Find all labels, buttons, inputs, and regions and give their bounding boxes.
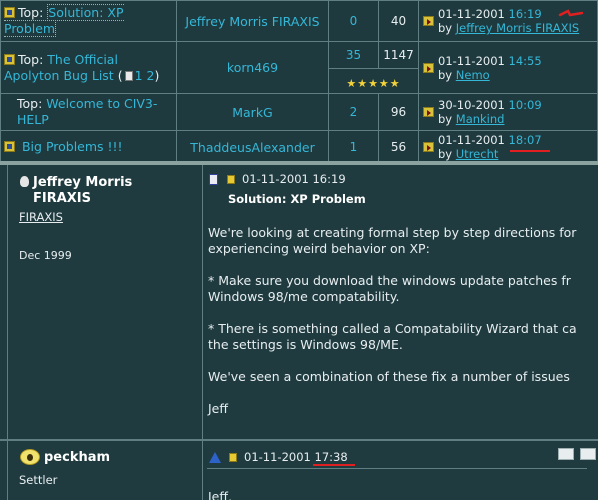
thread-views: 56 (378, 130, 419, 164)
post-header-divider (207, 468, 587, 469)
post-author-name[interactable]: peckham (20, 449, 110, 465)
red-annotation-mark (558, 9, 584, 17)
author-name-line1: Jeffrey Morris (33, 175, 133, 190)
go-to-last-post-icon[interactable] (423, 16, 434, 26)
thread-row: Top: The Official Apolyton Bug List (1 2… (0, 41, 598, 94)
post-message-panel: 01-11-2001 17:38 Jeff, (203, 441, 598, 500)
bulb-icon (20, 176, 29, 187)
pages-close: ) (154, 67, 160, 83)
post-datetime: 01-11-2001 16:19 (242, 172, 346, 186)
document-icon (209, 173, 218, 185)
thread-row: Top: Welcome to CIV3-HELP MarkG 2 96 30-… (0, 93, 598, 131)
thread-row: Big Problems !!! ThaddeusAlexander 1 56 … (0, 130, 598, 164)
go-to-last-post-icon[interactable] (423, 142, 434, 152)
multipage-icon (124, 70, 133, 81)
thread-author[interactable]: ThaddeusAlexander (176, 130, 329, 164)
thread-views: 40 (378, 0, 419, 42)
last-poster-link[interactable]: Jeffrey Morris FIRAXIS (456, 21, 579, 35)
thread-list-table: Top: Solution: XP Problem Jeffrey Morris… (0, 0, 598, 164)
pinned-thread-icon (4, 7, 15, 18)
warning-icon (209, 451, 221, 463)
post-user-panel: Jeffrey Morris FIRAXIS FIRAXIS Dec 1999 (7, 165, 203, 439)
post-time: 17:38 (314, 450, 348, 464)
post-body: Jeff, (208, 489, 232, 500)
top-prefix: Top: (18, 51, 44, 67)
last-post-date: 01-11-2001 (438, 53, 505, 68)
last-post-time: 16:19 (508, 7, 542, 21)
thread-row: Top: Solution: XP Problem Jeffrey Morris… (0, 0, 598, 42)
thread-topic-cell: Big Problems !!! (0, 130, 177, 164)
page-1-link[interactable]: 1 (135, 68, 143, 83)
last-post-time: 14:55 (508, 53, 542, 68)
author-name-line2: FIRAXIS (33, 191, 92, 206)
join-date: Dec 1999 (19, 249, 72, 262)
thread-replies[interactable]: 0 (328, 0, 379, 42)
last-post-date: 01-11-2001 (438, 7, 505, 21)
post-header: 01-11-2001 17:38 (209, 450, 348, 464)
last-post-cell: 01-11-2001 18:07 by Utrecht (418, 130, 598, 164)
stats-cell: 35 1147 ★★★★★ (328, 41, 419, 94)
post-icon (229, 452, 237, 462)
user-title: FIRAXIS (19, 210, 63, 224)
go-to-last-post-icon[interactable] (423, 62, 434, 73)
last-post-date: 30-10-2001 (438, 98, 505, 112)
top-prefix: Top: (18, 5, 44, 20)
profile-icon[interactable] (558, 448, 574, 460)
post: Jeffrey Morris FIRAXIS FIRAXIS Dec 1999 … (0, 165, 598, 440)
thread-topic-cell: Top: Welcome to CIV3-HELP (0, 93, 177, 131)
post-author-name[interactable]: Jeffrey Morris FIRAXIS (20, 175, 132, 207)
post-subject: Solution: XP Problem (228, 192, 366, 206)
go-to-last-post-icon[interactable] (423, 107, 434, 117)
last-post-cell: 01-11-2001 14:55 by Nemo (418, 41, 598, 94)
by-label: by (438, 67, 453, 82)
last-poster-link[interactable]: Nemo (456, 68, 490, 82)
thread-author[interactable]: MarkG (176, 93, 329, 131)
last-post-cell: 30-10-2001 10:09 by Mankind (418, 93, 598, 131)
last-post-date: 01-11-2001 (438, 133, 505, 147)
user-rank: Settler (19, 473, 58, 487)
thread-author[interactable]: korn469 (176, 41, 329, 94)
thread-views: 96 (378, 93, 419, 131)
thread-author[interactable]: Jeffrey Morris FIRAXIS (176, 0, 329, 42)
post-message-panel: 01-11-2001 16:19 Solution: XP Problem We… (203, 165, 598, 439)
top-prefix: Top: (17, 96, 43, 111)
last-post-cell: 01-11-2001 16:19 by Jeffrey Morris FIRAX… (418, 0, 598, 42)
by-label: by (438, 112, 453, 126)
thread-title-link[interactable]: Big Problems !!! (22, 139, 123, 154)
post-body: We're looking at creating formal step by… (208, 225, 577, 416)
post-actions (558, 448, 596, 460)
author-name: peckham (44, 449, 111, 465)
post-icon (227, 174, 235, 184)
red-underline (313, 464, 355, 466)
thread-replies[interactable]: 1 (328, 130, 379, 164)
last-post-time: 18:07 (508, 133, 542, 147)
by-label: by (438, 147, 453, 161)
thread-replies[interactable]: 2 (328, 93, 379, 131)
post-date: 01-11-2001 (244, 450, 311, 464)
pages-open: ( (117, 67, 123, 83)
post-user-panel: peckham Settler (7, 441, 203, 500)
email-icon[interactable] (580, 448, 596, 460)
rating-stars: ★★★★★ (346, 76, 401, 90)
red-underline (510, 150, 550, 152)
last-poster-link[interactable]: Utrecht (456, 147, 499, 161)
pinned-thread-icon (4, 53, 15, 65)
thread-status-icon (4, 141, 15, 152)
thread-replies[interactable]: 35 (329, 41, 379, 69)
thread-views: 1147 (383, 47, 414, 62)
thread-topic-cell: Top: The Official Apolyton Bug List (1 2… (0, 41, 177, 94)
last-poster-link[interactable]: Mankind (456, 112, 505, 126)
by-label: by (438, 21, 453, 35)
thread-topic-cell: Top: Solution: XP Problem (0, 0, 177, 42)
avatar-icon (20, 449, 40, 465)
last-post-time: 10:09 (508, 98, 542, 112)
post: peckham Settler 01-11-2001 17:38 Jeff, (0, 440, 598, 500)
post-header: 01-11-2001 16:19 (209, 172, 346, 186)
